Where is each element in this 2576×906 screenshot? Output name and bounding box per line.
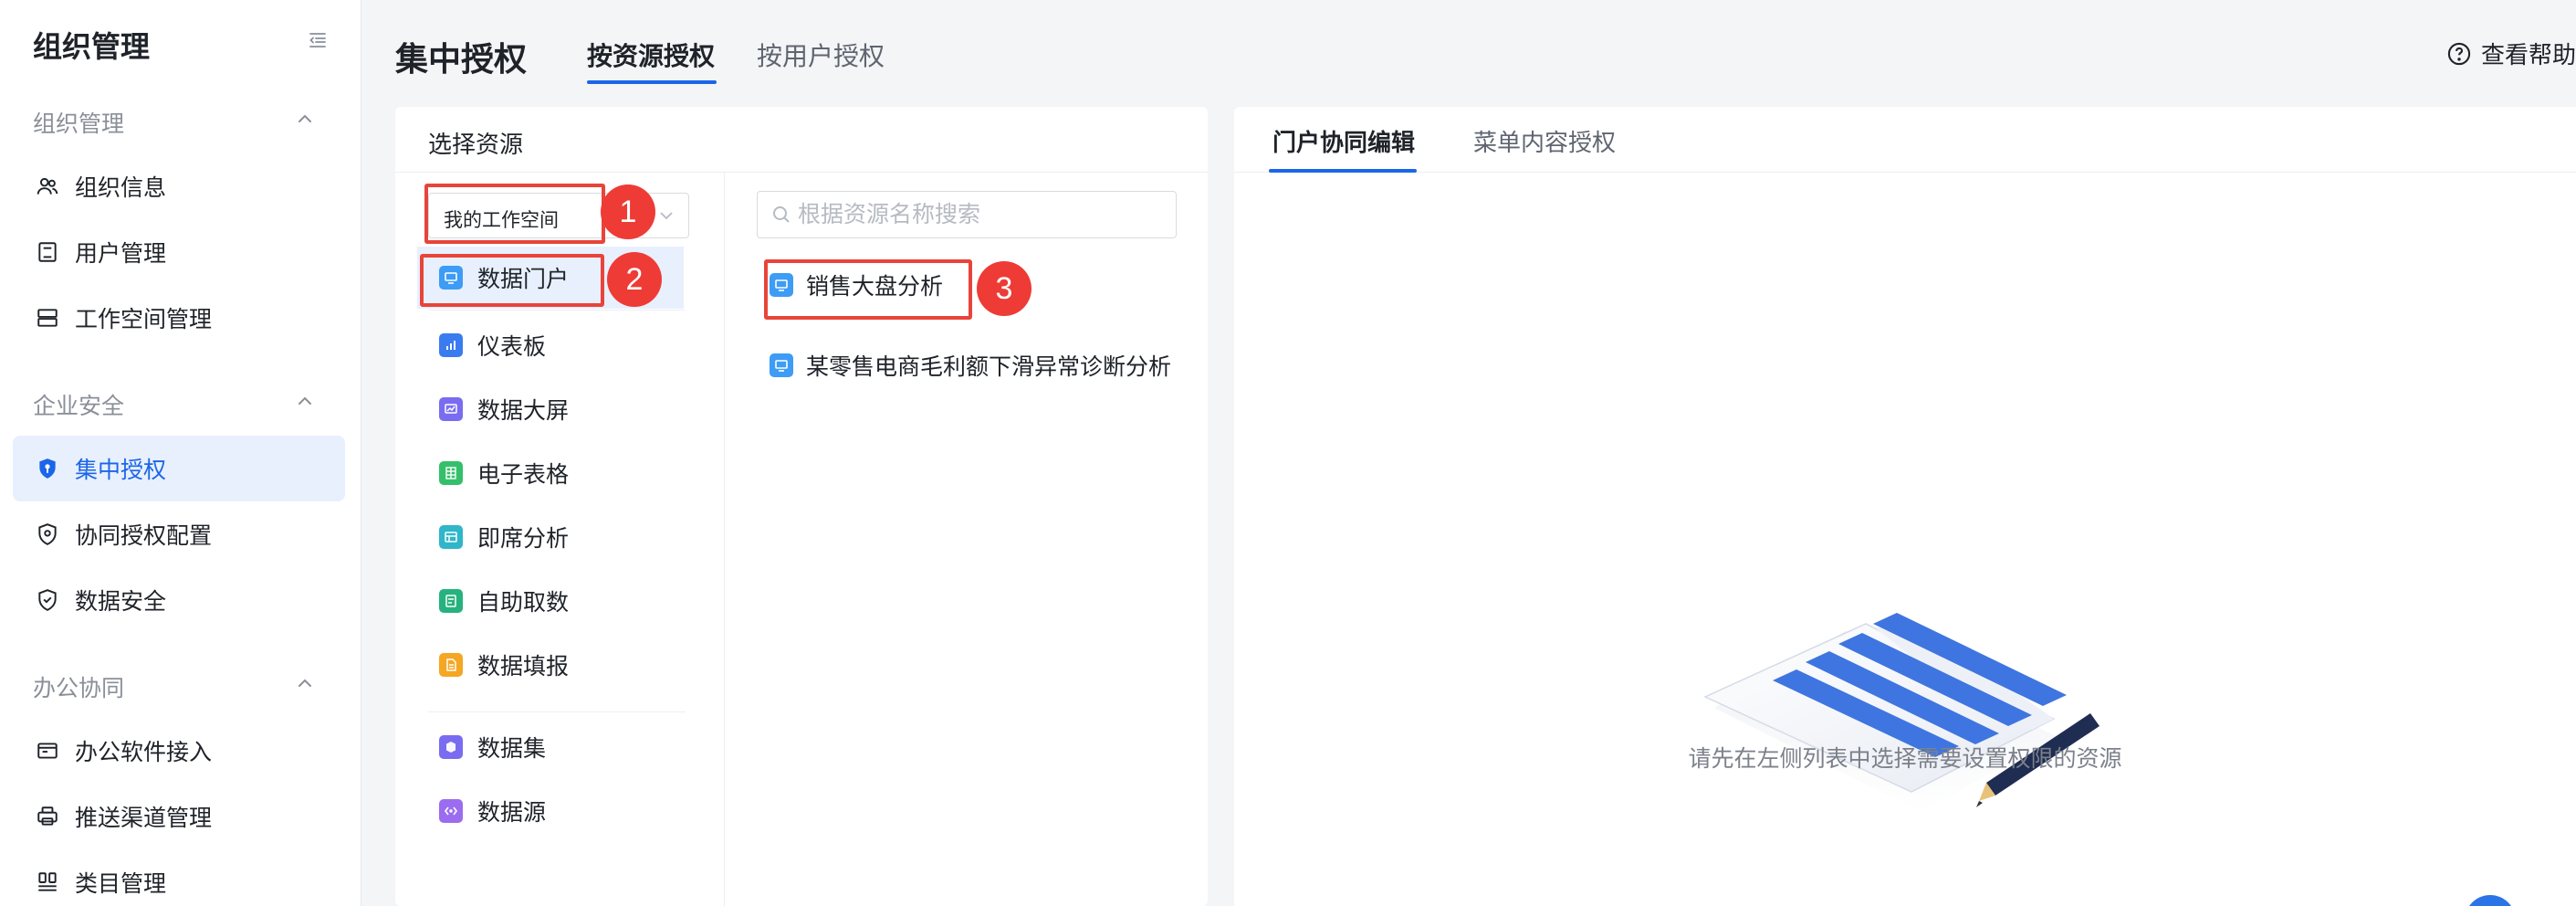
resource-type-dataset[interactable]: 数据集 bbox=[417, 716, 684, 778]
help-link[interactable]: 查看帮助 bbox=[2446, 37, 2576, 70]
resource-item[interactable]: 某零售电商毛利额下滑异常诊断分析 bbox=[770, 342, 1171, 389]
divider bbox=[428, 711, 686, 712]
resource-type-dashboard[interactable]: 仪表板 bbox=[417, 314, 684, 376]
sidebar-item-label: 协同授权配置 bbox=[75, 523, 213, 549]
tab-portal-collab-edit[interactable]: 门户协同编辑 bbox=[1272, 124, 1415, 158]
portal-icon bbox=[770, 273, 793, 297]
resource-type-label: 数据大屏 bbox=[477, 398, 570, 424]
sidebar-item-label: 类目管理 bbox=[75, 871, 167, 897]
search-input[interactable] bbox=[798, 199, 1163, 230]
datasource-icon bbox=[439, 799, 463, 823]
screen-icon bbox=[439, 397, 463, 421]
resource-type-label: 数据门户 bbox=[477, 267, 570, 292]
portal-icon bbox=[439, 266, 463, 290]
data-form-icon bbox=[439, 653, 463, 677]
resource-item-label: 销售大盘分析 bbox=[806, 274, 944, 300]
sidebar-item-collab-auth-config[interactable]: 协同授权配置 bbox=[13, 501, 345, 567]
permission-panel: 门户协同编辑 菜单内容授权 请先在左侧列表中选择需要设置权限的资源 bbox=[1234, 107, 2576, 906]
resource-type-label: 仪表板 bbox=[477, 334, 547, 360]
sidebar-item-label: 推送渠道管理 bbox=[75, 806, 213, 831]
sidebar-group-office[interactable]: 办公协同 bbox=[33, 670, 124, 703]
workspace-select-value: 我的工作空间 bbox=[444, 210, 559, 231]
resource-type-adhoc[interactable]: 即席分析 bbox=[417, 506, 684, 568]
menu-fold-icon[interactable] bbox=[307, 29, 329, 51]
chevron-up-icon[interactable] bbox=[294, 108, 316, 130]
sidebar-item-org-info[interactable]: 组织信息 bbox=[13, 153, 345, 219]
sidebar-item-label: 集中授权 bbox=[75, 458, 167, 483]
resource-type-label: 数据填报 bbox=[477, 654, 570, 680]
panel-header: 选择资源 bbox=[395, 107, 1208, 173]
tab-by-resource[interactable]: 按资源授权 bbox=[587, 37, 715, 73]
sidebar-group-security[interactable]: 企业安全 bbox=[33, 388, 124, 421]
chevron-up-icon[interactable] bbox=[294, 672, 316, 694]
sidebar-item-label: 工作空间管理 bbox=[75, 307, 213, 332]
question-circle-icon bbox=[2446, 41, 2472, 67]
app-window-icon bbox=[35, 738, 60, 764]
sidebar-item-central-auth[interactable]: 集中授权 bbox=[13, 436, 345, 501]
panel-header: 门户协同编辑 菜单内容授权 bbox=[1234, 107, 2576, 173]
resource-type-label: 数据集 bbox=[477, 736, 547, 762]
shield-check-icon bbox=[35, 587, 60, 613]
sidebar-item-label: 办公软件接入 bbox=[75, 740, 213, 765]
divider bbox=[428, 310, 686, 311]
user-card-icon bbox=[35, 239, 60, 265]
sidebar-item-category-mgmt[interactable]: 类目管理 bbox=[13, 849, 345, 906]
resource-item[interactable]: 销售大盘分析 bbox=[770, 261, 943, 309]
empty-state-message: 请先在左侧列表中选择需要设置权限的资源 bbox=[1688, 746, 2122, 772]
resource-search[interactable] bbox=[757, 191, 1177, 238]
document-pencil-illustration bbox=[1703, 613, 2100, 812]
sidebar-group-org[interactable]: 组织管理 bbox=[33, 106, 124, 139]
dataset-icon bbox=[439, 735, 463, 759]
sidebar-item-label: 数据安全 bbox=[75, 589, 167, 615]
portal-icon bbox=[770, 353, 793, 377]
self-fetch-icon bbox=[439, 589, 463, 613]
push-printer-icon bbox=[35, 804, 60, 829]
workspace-icon bbox=[35, 305, 60, 331]
sidebar-item-push-channels[interactable]: 推送渠道管理 bbox=[13, 784, 345, 849]
tab-menu-content-auth[interactable]: 菜单内容授权 bbox=[1473, 124, 1616, 158]
step-badge-1: 1 bbox=[601, 184, 655, 239]
resource-type-datasource[interactable]: 数据源 bbox=[417, 780, 684, 842]
org-users-icon bbox=[35, 174, 60, 199]
sidebar-item-office-apps[interactable]: 办公软件接入 bbox=[13, 718, 345, 784]
sidebar-item-user-mgmt[interactable]: 用户管理 bbox=[13, 219, 345, 285]
resource-type-big-screen[interactable]: 数据大屏 bbox=[417, 378, 684, 440]
active-tab-indicator bbox=[587, 80, 717, 84]
resource-type-label: 数据源 bbox=[477, 800, 547, 826]
sidebar-item-workspace-mgmt[interactable]: 工作空间管理 bbox=[13, 285, 345, 351]
sidebar-item-data-security[interactable]: 数据安全 bbox=[13, 567, 345, 633]
resource-type-spreadsheet[interactable]: 电子表格 bbox=[417, 442, 684, 504]
search-icon bbox=[773, 206, 790, 223]
step-badge-3: 3 bbox=[977, 261, 1031, 316]
chevron-up-icon[interactable] bbox=[294, 390, 316, 412]
sidebar-item-label: 组织信息 bbox=[75, 175, 167, 201]
spreadsheet-icon bbox=[439, 461, 463, 485]
resource-type-data-form[interactable]: 数据填报 bbox=[417, 634, 684, 696]
resource-type-self-fetch[interactable]: 自助取数 bbox=[417, 570, 684, 632]
sidebar: 组织管理 组织管理 组织信息 用户管理 工作空间管理 企业安全 集中授权 协同授… bbox=[0, 0, 361, 906]
tab-by-user[interactable]: 按用户授权 bbox=[757, 37, 885, 73]
chevron-down-icon bbox=[660, 212, 673, 220]
resource-type-label: 电子表格 bbox=[477, 462, 570, 488]
help-label: 查看帮助 bbox=[2481, 41, 2576, 68]
shield-gear-icon bbox=[35, 521, 60, 547]
adhoc-analysis-icon bbox=[439, 525, 463, 549]
resource-selector-panel: 选择资源 我的工作空间 数据门户 仪表板 数据大屏 电子表格 即席分析 自助取数… bbox=[395, 107, 1208, 906]
resource-type-label: 即席分析 bbox=[477, 526, 570, 552]
sidebar-title: 组织管理 bbox=[33, 30, 151, 63]
step-badge-2: 2 bbox=[607, 252, 662, 307]
panel-title: 选择资源 bbox=[428, 131, 524, 158]
resource-item-label: 某零售电商毛利额下滑异常诊断分析 bbox=[806, 354, 1172, 380]
category-icon bbox=[35, 869, 60, 895]
dashboard-icon bbox=[439, 333, 463, 357]
resource-type-label: 自助取数 bbox=[477, 590, 570, 616]
shield-key-icon bbox=[35, 456, 60, 481]
column-divider bbox=[724, 173, 725, 906]
active-tab-indicator bbox=[1269, 169, 1417, 173]
sidebar-item-label: 用户管理 bbox=[75, 241, 167, 267]
page-title: 集中授权 bbox=[395, 40, 528, 78]
